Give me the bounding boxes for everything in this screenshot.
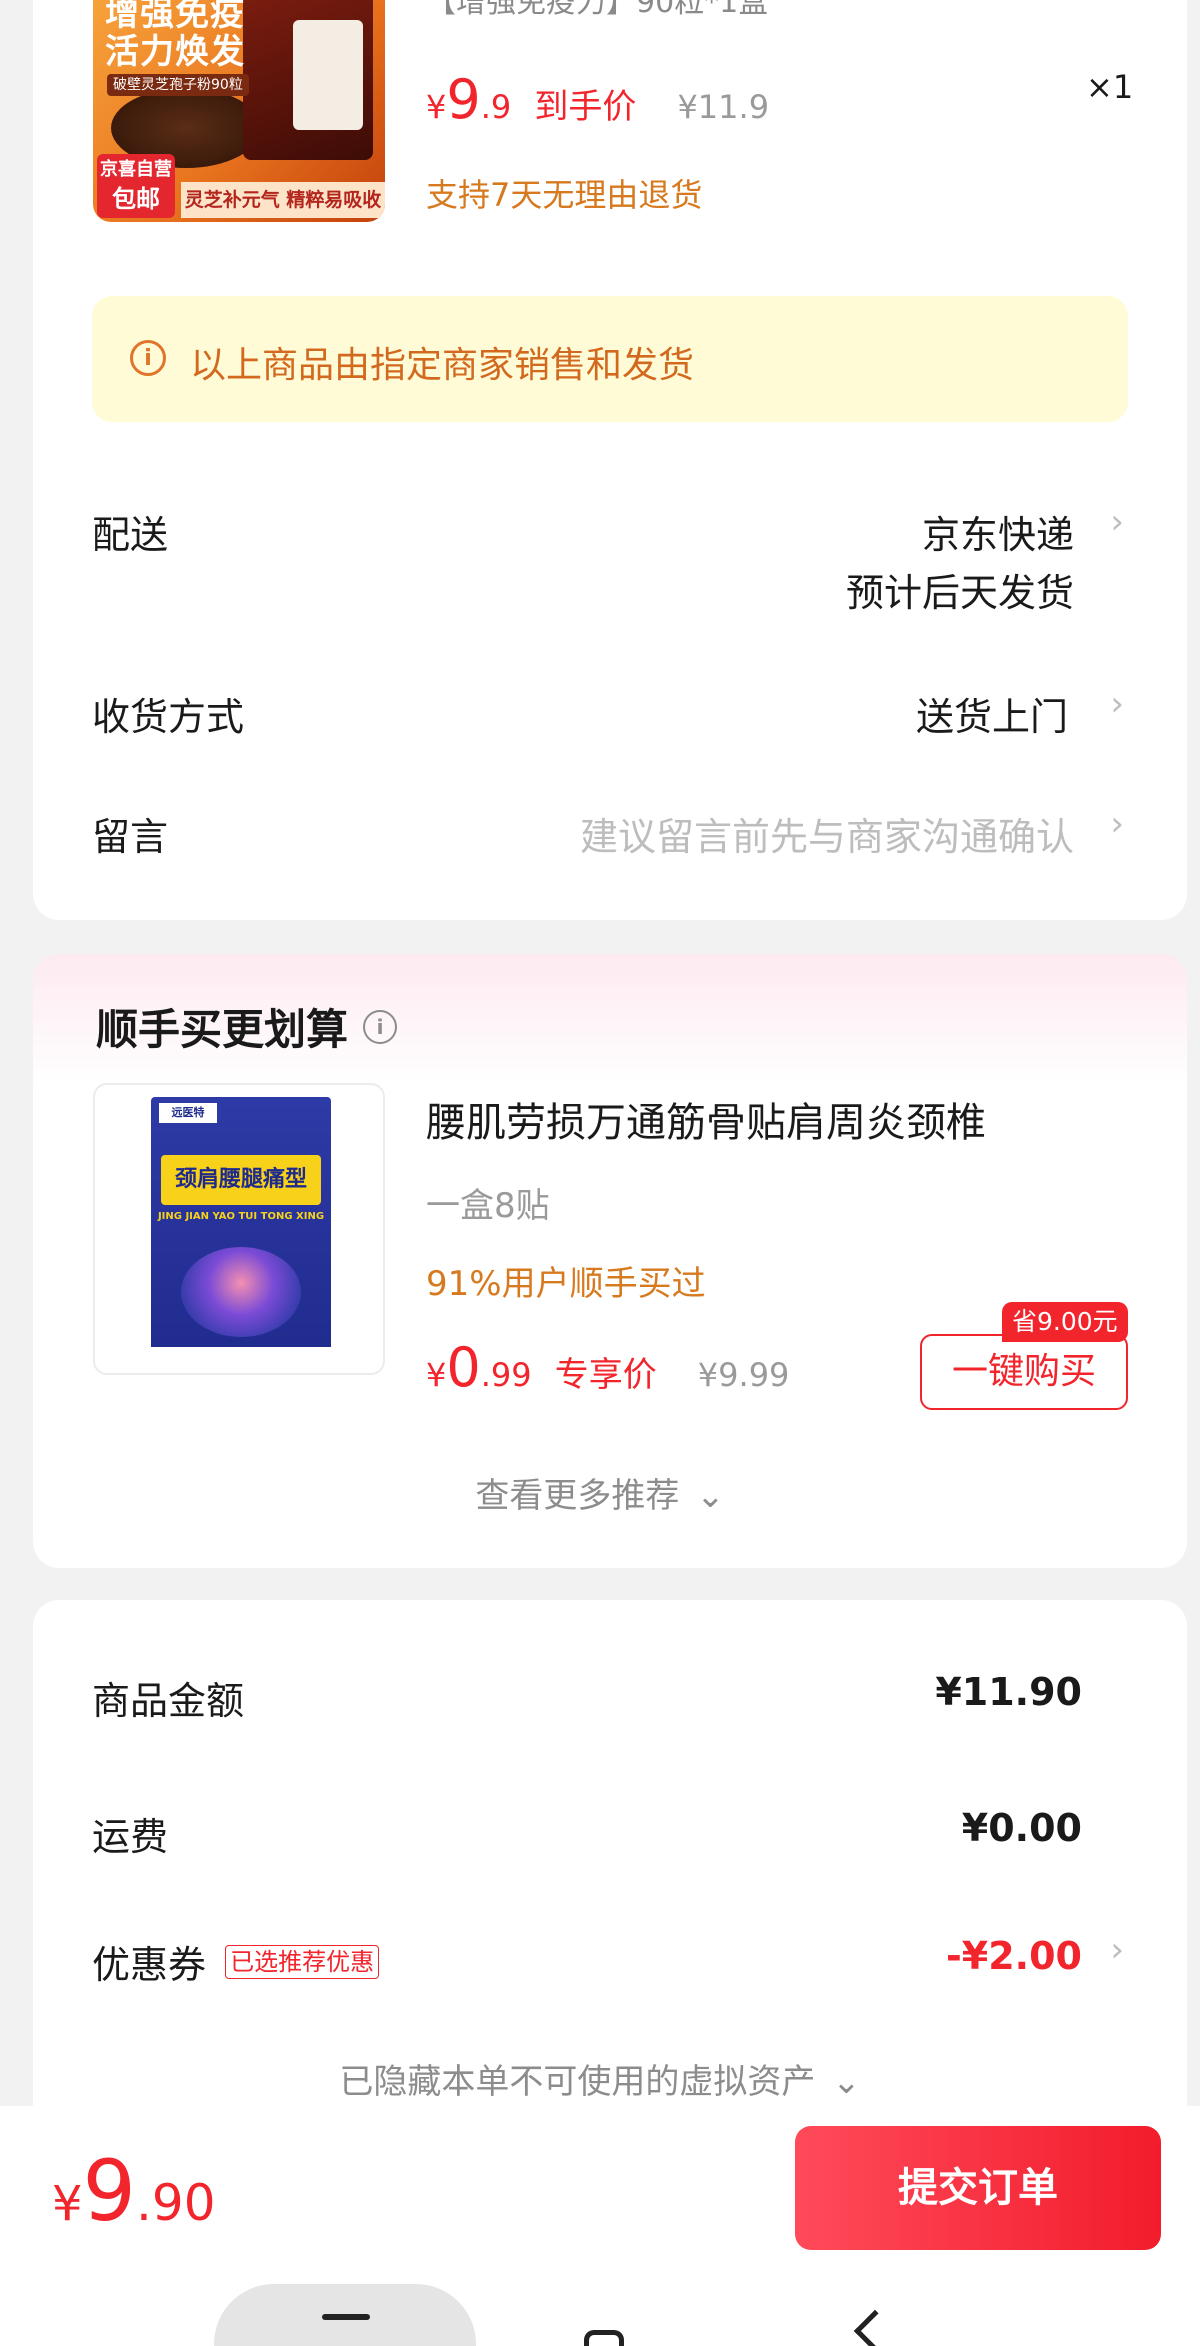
chevron-right-icon: ›	[1110, 804, 1124, 844]
info-icon[interactable]: i	[363, 1009, 398, 1044]
coupon-row[interactable]: 优惠券 已选推荐优惠 -¥2.00 ›	[92, 1930, 1128, 1994]
recommend-title: 顺手买更划算 i	[96, 996, 398, 1057]
price-int: 0	[446, 1336, 481, 1399]
product-image-line2: 活力焕发	[105, 32, 245, 72]
recommend-section-title: 顺手买更划算	[96, 1005, 349, 1054]
price-label: 专享价	[554, 1355, 657, 1395]
receive-method-row[interactable]: 收货方式 送货上门 ›	[92, 680, 1128, 740]
chevron-right-icon: ›	[1110, 502, 1124, 542]
delivery-value-line2: 预计后天发货	[845, 571, 1074, 615]
receive-value: 送货上门	[915, 695, 1068, 739]
recommend-item-image[interactable]: 远医特 颈肩腰腿痛型 JING JIAN YAO TUI TONG XING	[93, 1083, 385, 1375]
recommend-item-price: ¥0.99 专享价 ¥9.99	[426, 1336, 789, 1399]
product-image-line1: 增强免疫	[105, 0, 245, 34]
price-int: 9	[446, 68, 481, 131]
recommend-box-graphic: 远医特 颈肩腰腿痛型 JING JIAN YAO TUI TONG XING	[151, 1097, 331, 1367]
delivery-label: 配送	[92, 513, 169, 557]
more-recommend-label: 查看更多推荐	[475, 1476, 680, 1516]
price-label: 到手价	[534, 87, 637, 127]
goods-amount-row: 商品金额 ¥11.90	[92, 1670, 1128, 1730]
coupon-label-group: 优惠券 已选推荐优惠	[92, 1934, 380, 1989]
product-image[interactable]: 增强免疫 活力焕发 破壁灵芝孢子粉90粒 京喜自营 包邮 灵芝补元气 精粹易吸收	[93, 0, 385, 222]
delivery-row[interactable]: 配送 京东快递 预计后天发货 ›	[92, 496, 1128, 626]
return-policy: 支持7天无理由退货	[426, 176, 703, 214]
home-icon[interactable]	[584, 2330, 624, 2346]
message-row[interactable]: 留言 建议留言前先与商家沟通确认 ›	[92, 800, 1128, 860]
chevron-right-icon: ›	[1110, 684, 1124, 724]
price-symbol: ¥	[426, 1356, 447, 1394]
total-symbol: ¥	[52, 2176, 83, 2232]
submit-order-button[interactable]: 提交订单	[795, 2126, 1161, 2250]
one-click-buy-button[interactable]: 一键购买	[920, 1334, 1128, 1410]
menu-icon[interactable]	[322, 2314, 370, 2320]
chevron-down-icon: ⌄	[832, 2062, 861, 2102]
quantity: ×1	[1086, 68, 1134, 106]
price-dec: .99	[480, 1356, 532, 1394]
goods-amount-label: 商品金额	[92, 1679, 245, 1723]
total-int: 9	[82, 2142, 136, 2240]
message-input[interactable]: 建议留言前先与商家沟通确认	[580, 806, 1074, 861]
goods-amount-value: ¥11.90	[935, 1670, 1082, 1714]
rec-img-sub: JING JIAN YAO TUI TONG XING	[157, 1211, 325, 1222]
product-image-badge: 京喜自营 包邮	[97, 154, 175, 218]
total-dec: .90	[136, 2174, 216, 2232]
rec-img-main: 颈肩腰腿痛型	[161, 1155, 321, 1205]
recommend-item-social: 91%用户顺手买过	[426, 1264, 706, 1304]
more-recommend-link[interactable]: 查看更多推荐 ⌄	[0, 1468, 1200, 1517]
original-price: ¥11.9	[677, 88, 770, 126]
rec-body-graphic	[181, 1247, 301, 1337]
coupon-tag: 已选推荐优惠	[225, 1944, 380, 1979]
hidden-assets-toggle[interactable]: 已隐藏本单不可使用的虚拟资产 ⌄	[0, 2054, 1200, 2103]
product-price: ¥9.9 到手价 ¥11.9	[426, 68, 769, 131]
chevron-right-icon: ›	[1110, 1930, 1124, 1970]
recommend-item-spec: 一盒8贴	[426, 1186, 550, 1226]
price-dec: .9	[480, 88, 512, 126]
info-icon: i	[130, 340, 166, 376]
merchant-notice: i 以上商品由指定商家销售和发货	[92, 296, 1128, 422]
total-price: ¥9.90	[52, 2142, 216, 2240]
recommend-item-title[interactable]: 腰肌劳损万通筋骨贴肩周炎颈椎	[426, 1090, 986, 1148]
price-symbol: ¥	[426, 88, 447, 126]
delivery-value-line1: 京东快递	[921, 513, 1074, 557]
hidden-assets-label: 已隐藏本单不可使用的虚拟资产	[339, 2062, 816, 2102]
coupon-label: 优惠券	[92, 1943, 207, 1987]
shipping-row: 运费 ¥0.00	[92, 1806, 1128, 1866]
message-label: 留言	[92, 815, 169, 859]
rec-img-top: 远医特	[159, 1103, 217, 1123]
rec-bottom-strip	[151, 1347, 331, 1367]
shipping-label: 运费	[92, 1815, 169, 1859]
product-title[interactable]: 【增强免疫力】90粒*1盒	[426, 0, 768, 20]
receive-label: 收货方式	[92, 695, 245, 739]
shipping-value: ¥0.00	[961, 1806, 1082, 1850]
save-badge: 省9.00元	[1002, 1302, 1128, 1342]
chevron-down-icon: ⌄	[696, 1476, 725, 1516]
coupon-value: -¥2.00	[946, 1934, 1082, 1978]
original-price: ¥9.99	[697, 1356, 790, 1394]
product-image-bar: 灵芝补元气 精粹易吸收	[181, 182, 385, 218]
product-image-tag: 破壁灵芝孢子粉90粒	[107, 74, 249, 96]
notice-text: 以上商品由指定商家销售和发货	[190, 345, 695, 386]
box-label-graphic	[293, 20, 363, 130]
